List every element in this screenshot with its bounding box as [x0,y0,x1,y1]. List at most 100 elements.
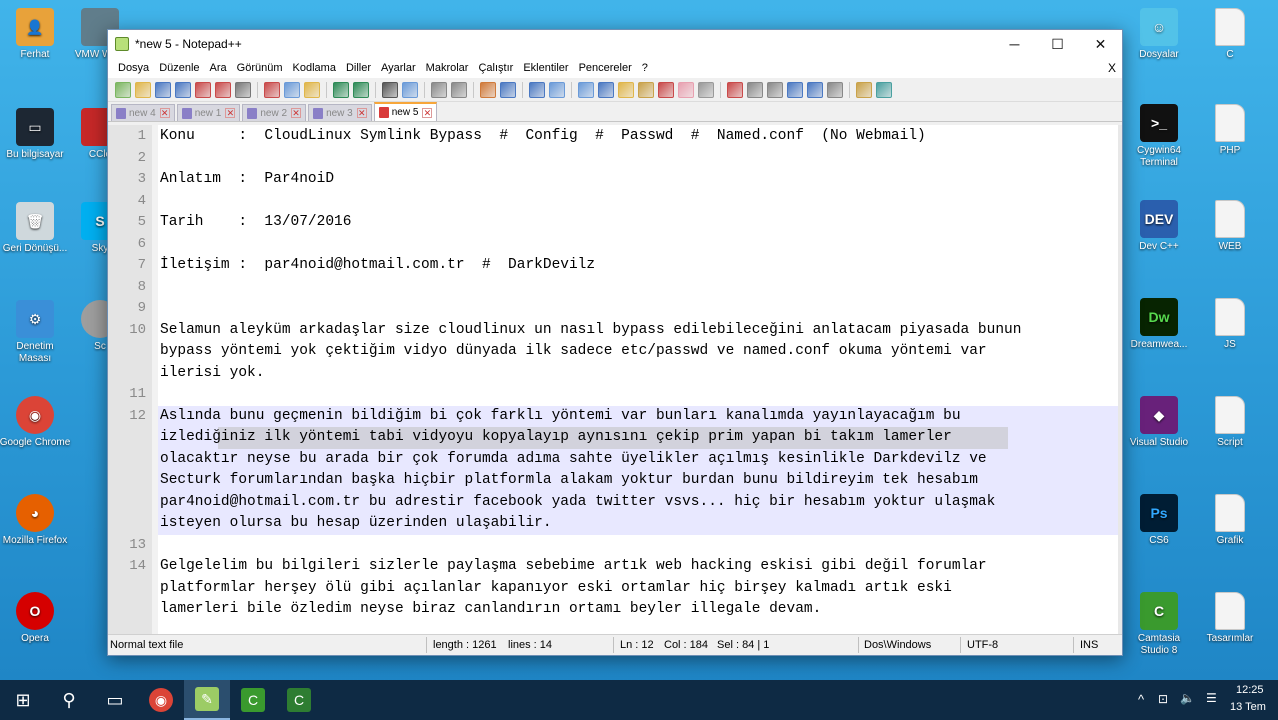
menu-item[interactable]: Pencereler [574,62,637,74]
start-icon[interactable]: ⊞ [0,680,46,720]
toolbar-button-icon[interactable] [195,81,211,98]
menu-item[interactable]: Ayarlar [376,62,421,74]
clock-time[interactable]: 12:25 [1236,684,1264,696]
toolbar-button-icon[interactable] [598,81,614,98]
toolbar-button-icon[interactable] [500,81,516,98]
desktop-icon[interactable]: Grafik [1194,494,1266,547]
toolbar-button-icon[interactable] [451,81,467,98]
camtasia-recorder-icon[interactable]: C [276,680,322,720]
text-line: lamerleri bile özledim neyse biraz canla… [160,601,822,617]
desktop-icon[interactable]: 🗑 Geri Dönüşü... [0,202,71,255]
desktop-icon[interactable]: ▭ Bu bilgisayar [0,108,71,161]
maximize-button[interactable]: ☐ [1036,30,1079,58]
desktop-icon[interactable]: DEV Dev C++ [1123,200,1195,253]
tab-new-4[interactable]: new 4 ✕ [111,104,175,121]
toolbar-button-icon[interactable] [549,81,565,98]
toolbar-button-icon[interactable] [115,81,131,98]
desktop-icon[interactable]: Ps CS6 [1123,494,1195,547]
desktop-icon[interactable]: O Opera [0,592,71,645]
toolbar-button-icon[interactable] [304,81,320,98]
search-icon[interactable]: ⚲ [46,680,92,720]
menu-item[interactable]: Düzenle [154,62,204,74]
menu-item[interactable]: Görünüm [232,62,288,74]
toolbar-button-icon[interactable] [264,81,280,98]
tab-close-icon[interactable]: ✕ [422,107,433,118]
vertical-scrollbar[interactable] [1118,125,1122,636]
tab-close-icon[interactable]: ✕ [356,108,367,118]
notification-icon[interactable]: ☰ [1206,691,1217,705]
toolbar-button-icon[interactable] [747,81,763,98]
toolbar-button-icon[interactable] [698,81,714,98]
camtasia-icon[interactable]: C [230,680,276,720]
toolbar-button-icon[interactable] [578,81,594,98]
desktop-icon[interactable]: 👤 Ferhat [0,8,71,61]
close-button[interactable]: ✕ [1079,30,1122,58]
menu-item[interactable]: Diller [341,62,376,74]
toolbar-button-icon[interactable] [787,81,803,98]
toolbar-button-icon[interactable] [353,81,369,98]
desktop-icon[interactable]: ◆ Visual Studio [1123,396,1195,449]
toolbar-button-icon[interactable] [175,81,191,98]
volume-icon[interactable]: 🔈 [1180,691,1195,705]
desktop-icon[interactable]: PHP [1194,104,1266,157]
desktop-icon[interactable]: ◕ Mozilla Firefox [0,494,71,547]
menu-item[interactable]: Çalıştır [473,62,518,74]
toolbar-button-icon[interactable] [382,81,398,98]
toolbar-button-icon[interactable] [827,81,843,98]
toolbar-button-icon[interactable] [658,81,674,98]
toolbar-button-icon[interactable] [807,81,823,98]
desktop-icon[interactable]: Tasarımlar [1194,592,1266,645]
desktop-icon[interactable]: ⚙ Denetim Masası [0,300,71,365]
toolbar-button-icon[interactable] [431,81,447,98]
editor[interactable]: 1 2 3 4 5 6 7 8 9 10 11 12 13 14 Konu : CloudLinux Sy… [108,125,1122,636]
toolbar-button-icon[interactable] [876,81,892,98]
desktop-icon[interactable]: C Camtasia Studio 8 [1123,592,1195,657]
tab-close-icon[interactable]: ✕ [291,108,302,118]
toolbar-button-icon[interactable] [480,81,496,98]
toolbar-button-icon[interactable] [678,81,694,98]
menu-bar: Dosya Düzenle Ara Görünüm Kodlama Diller Ayarl… [108,58,1122,78]
notepadpp-icon[interactable]: ✎ [184,680,230,720]
tab-close-icon[interactable]: ✕ [225,108,236,118]
menu-item[interactable]: ? [637,62,653,74]
toolbar-button-icon[interactable] [155,81,171,98]
menu-item[interactable]: Ara [205,62,232,74]
desktop-icon[interactable]: Dw Dreamwea... [1123,298,1195,351]
desktop-icon[interactable]: C [1194,8,1266,61]
menu-item[interactable]: Kodlama [288,62,341,74]
tab-new-5[interactable]: new 5 ✕ [373,102,438,121]
tab-new-3[interactable]: new 3 ✕ [308,104,372,121]
minimize-button[interactable]: ─ [993,30,1036,58]
network-icon[interactable]: ⊡ [1158,692,1168,706]
menu-item[interactable]: Eklentiler [518,62,573,74]
desktop-icon-label: Dreamwea... [1130,339,1188,350]
toolbar-button-icon[interactable] [767,81,783,98]
toolbar-button-icon[interactable] [235,81,251,98]
toolbar-button-icon[interactable] [215,81,231,98]
menu-item[interactable]: Makrolar [421,62,474,74]
tab-close-icon[interactable]: ✕ [159,108,170,118]
toolbar-button-icon[interactable] [402,81,418,98]
toolbar-button-icon[interactable] [135,81,151,98]
chrome-icon[interactable]: ◉ [138,680,184,720]
task-view-icon[interactable]: ▭ [92,680,138,720]
toolbar-button-icon[interactable] [618,81,634,98]
tab-new-2[interactable]: new 2 ✕ [242,104,307,121]
desktop-icon[interactable]: JS [1194,298,1266,351]
desktop-icon[interactable]: Script [1194,396,1266,449]
menu-item[interactable]: Dosya [113,62,154,74]
clock-date[interactable]: 13 Tem [1230,701,1266,713]
desktop-icon[interactable]: ☺ Dosyalar [1123,8,1195,61]
toolbar-button-icon[interactable] [529,81,545,98]
desktop-icon[interactable]: >_ Cygwin64 Terminal [1123,104,1195,169]
toolbar-button-icon[interactable] [284,81,300,98]
desktop-icon[interactable]: WEB [1194,200,1266,253]
toolbar-button-icon[interactable] [333,81,349,98]
tab-new-1[interactable]: new 1 ✕ [176,104,241,121]
tray-chevron-icon[interactable]: ^ [1138,692,1144,707]
menu-close-button[interactable]: X [1108,61,1116,75]
toolbar-button-icon[interactable] [856,81,872,98]
desktop-icon[interactable]: ◉ Google Chrome [0,396,71,449]
toolbar-button-icon[interactable] [727,81,743,98]
toolbar-button-icon[interactable] [638,81,654,98]
